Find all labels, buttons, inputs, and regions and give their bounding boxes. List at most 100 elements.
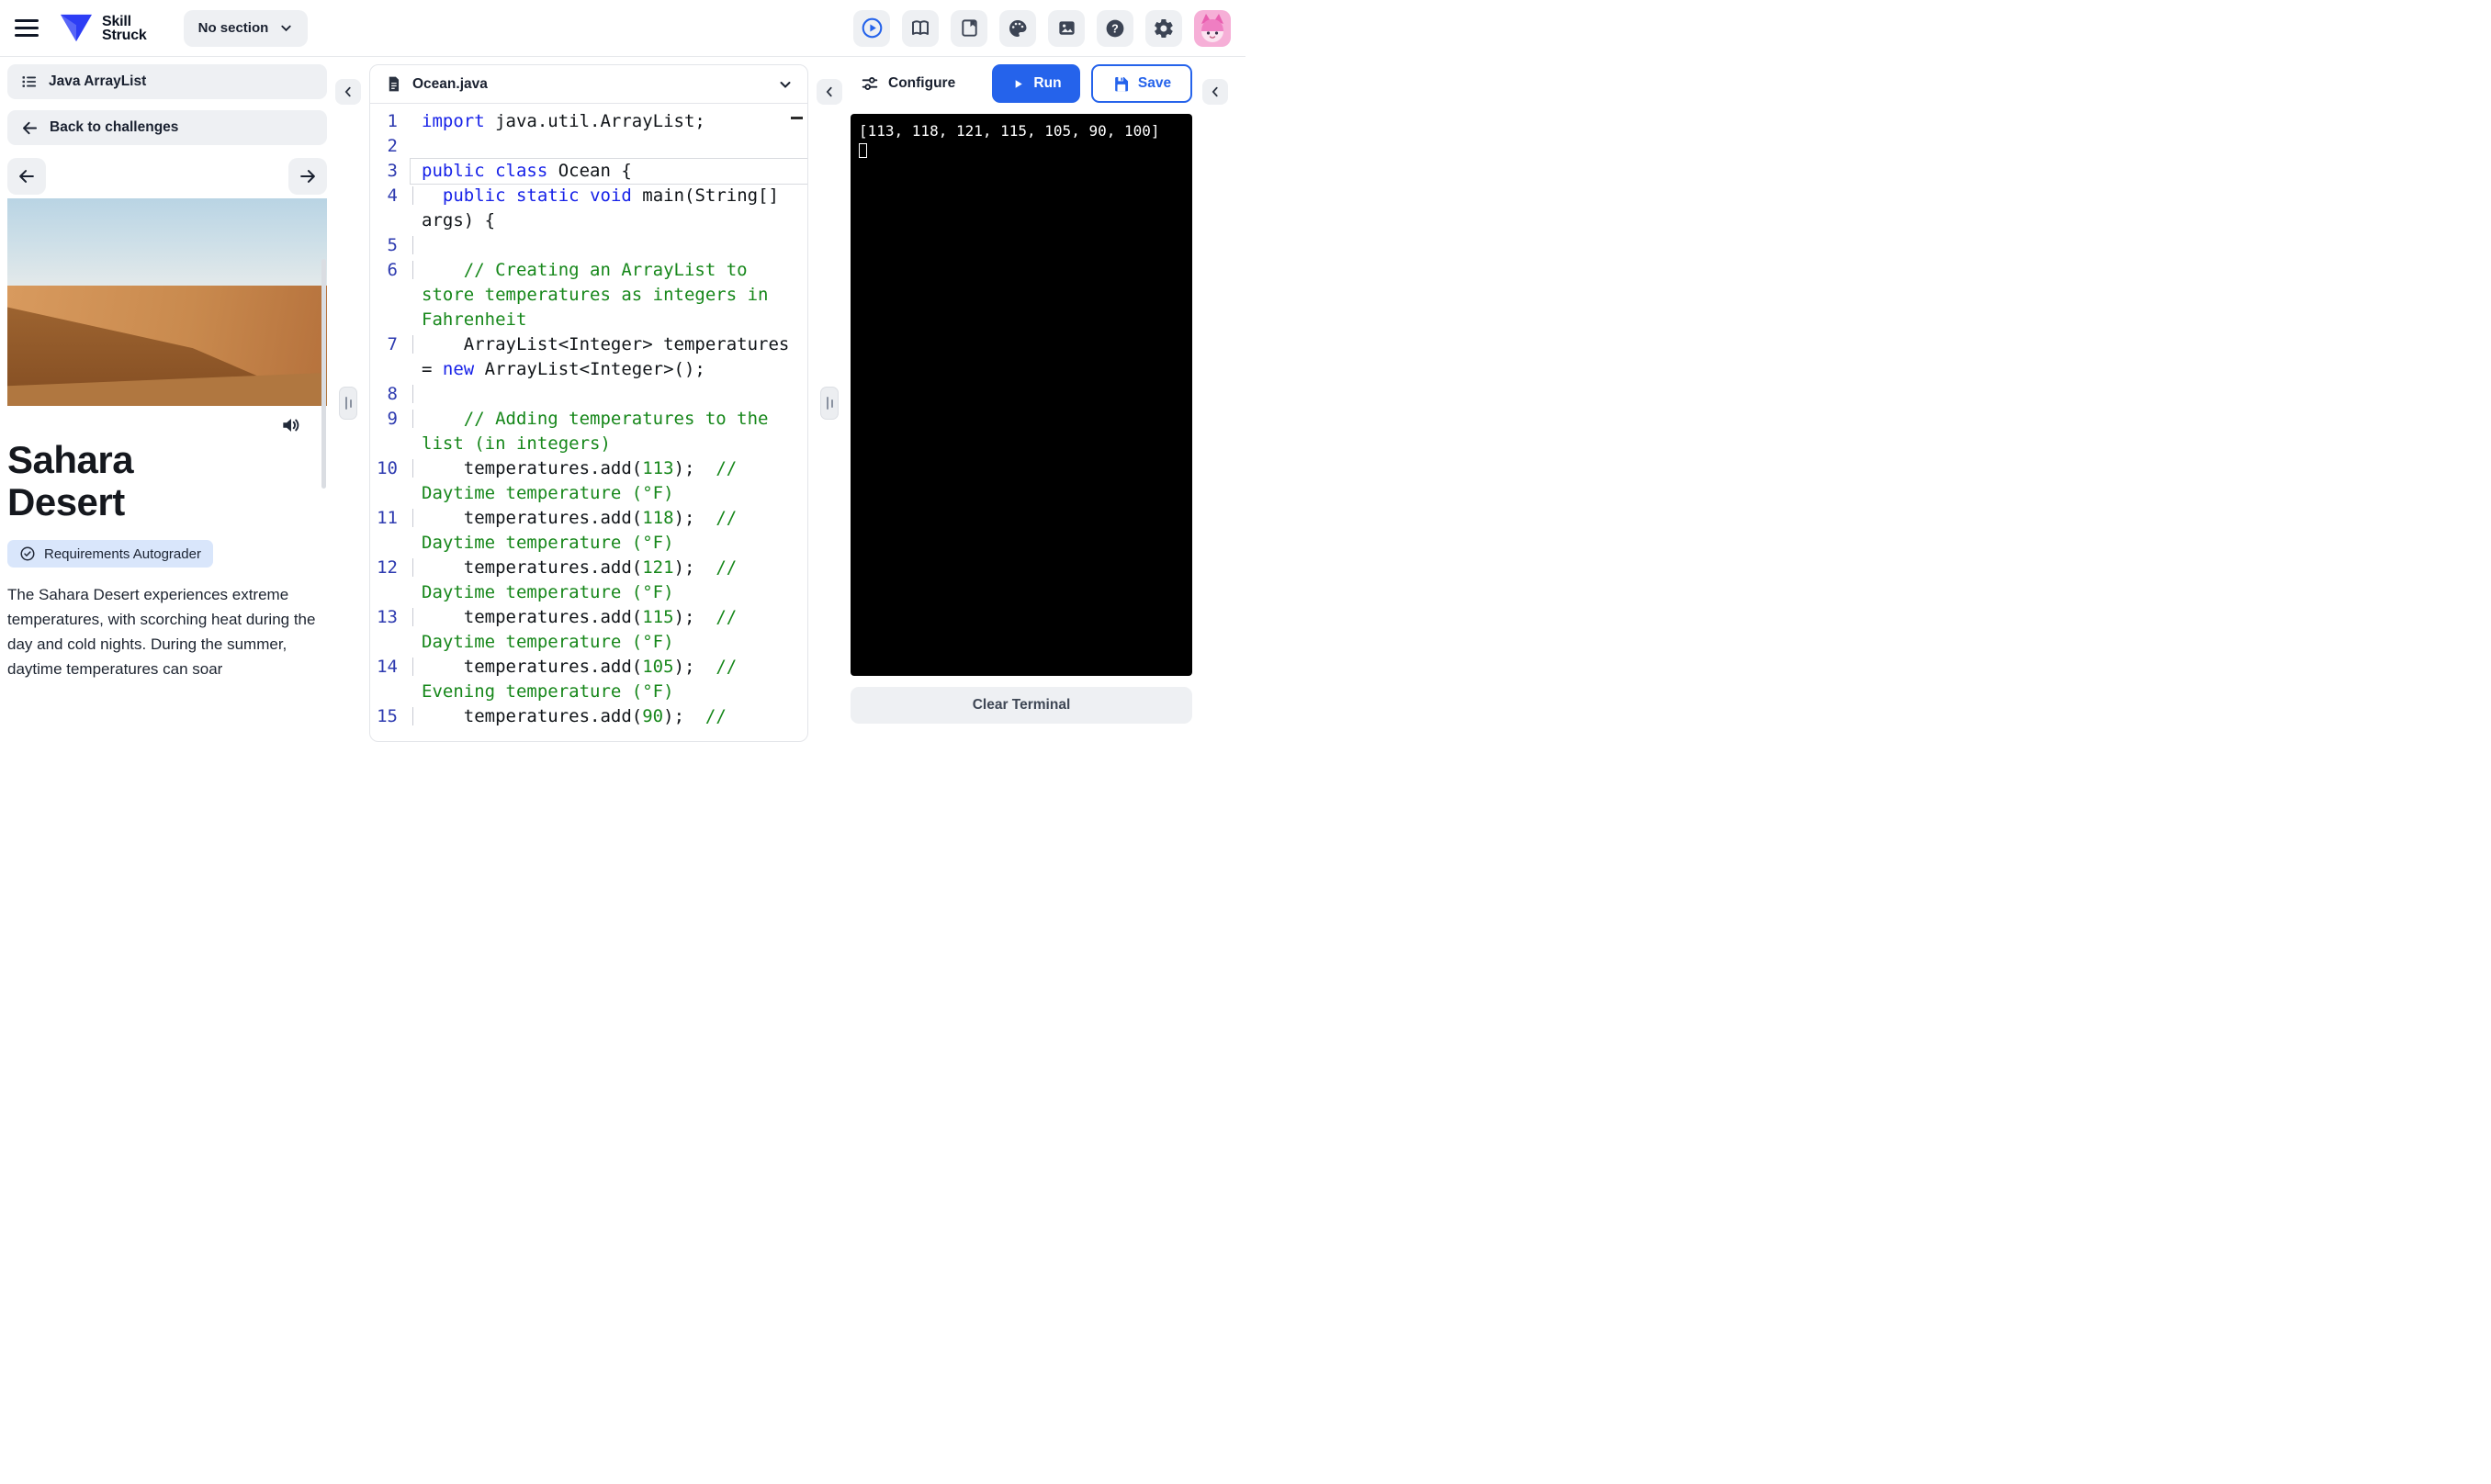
hamburger-menu-icon[interactable] xyxy=(15,19,39,37)
help-icon: ? xyxy=(1106,19,1124,37)
code-line[interactable]: 5 xyxy=(370,233,807,258)
line-number: 7 xyxy=(387,334,398,354)
output-toolbar: Configure Run Save xyxy=(851,64,1192,103)
line-number: 3 xyxy=(387,161,398,181)
clear-terminal-button[interactable]: Clear Terminal xyxy=(851,687,1192,724)
sliders-icon xyxy=(862,77,878,90)
previous-challenge-button[interactable] xyxy=(7,158,46,195)
back-arrow-icon xyxy=(22,121,38,134)
library-book-icon xyxy=(961,19,977,37)
chevron-left-icon xyxy=(344,86,351,97)
code-line[interactable]: 12 temperatures.add(121); // Daytime tem… xyxy=(370,556,807,605)
list-icon xyxy=(22,76,37,87)
run-tour-button[interactable] xyxy=(853,9,890,47)
line-content[interactable] xyxy=(411,233,807,258)
code-line[interactable]: 4 public static void main(String[] args)… xyxy=(370,184,807,233)
file-name: Ocean.java xyxy=(412,75,488,92)
file-dropdown-button[interactable] xyxy=(778,77,793,92)
line-number: 8 xyxy=(387,384,398,404)
line-content[interactable]: // Adding temperatures to the list (in i… xyxy=(411,407,807,456)
line-content[interactable]: public static void main(String[] args) { xyxy=(411,184,807,233)
course-title: Java ArrayList xyxy=(49,73,147,89)
badge-label: Requirements Autograder xyxy=(44,545,201,562)
collapse-editor-button[interactable] xyxy=(817,79,842,105)
left-gutter xyxy=(327,64,369,742)
theme-button[interactable] xyxy=(999,9,1036,47)
header: Skill Struck No section ? xyxy=(0,0,1246,57)
code-line[interactable]: 7 ArrayList<Integer> temperatures = new … xyxy=(370,332,807,382)
run-label: Run xyxy=(1033,75,1062,91)
scroll-cursor-marker xyxy=(791,117,803,119)
line-content[interactable]: // Creating an ArrayList to store temper… xyxy=(411,258,807,332)
section-dropdown[interactable]: No section xyxy=(183,9,309,47)
code-line[interactable]: 6 // Creating an ArrayList to store temp… xyxy=(370,258,807,332)
code-area[interactable]: 1 import java.util.ArrayList; 2 3 public cla… xyxy=(370,104,807,741)
read-aloud-button[interactable] xyxy=(279,413,303,437)
right-gutter xyxy=(1192,64,1238,742)
reader-button[interactable] xyxy=(902,9,939,47)
back-to-challenges-button[interactable]: Back to challenges xyxy=(7,110,327,145)
autograder-badge[interactable]: Requirements Autograder xyxy=(7,540,213,568)
book-open-icon xyxy=(912,19,929,35)
terminal[interactable]: [113, 118, 121, 115, 105, 90, 100] xyxy=(851,114,1192,676)
configure-button[interactable]: Configure xyxy=(851,73,961,94)
collapse-output-button[interactable] xyxy=(1202,79,1228,105)
code-line[interactable]: 8 xyxy=(370,382,807,407)
skillstruck-logo[interactable]: Skill Struck xyxy=(59,13,147,44)
code-line[interactable]: 1 import java.util.ArrayList; xyxy=(370,109,807,134)
editor-gutter xyxy=(808,64,851,742)
next-challenge-button[interactable] xyxy=(288,158,327,195)
line-number: 15 xyxy=(377,706,398,726)
left-panel-scrollbar[interactable] xyxy=(321,259,326,489)
challenge-panel: Java ArrayList Back to challenges Sahara… xyxy=(7,64,327,742)
line-content[interactable]: ArrayList<Integer> temperatures = new Ar… xyxy=(411,332,807,382)
left-drag-handle[interactable] xyxy=(339,387,357,420)
speaker-icon xyxy=(283,418,299,433)
line-content[interactable]: temperatures.add(118); // Daytime temper… xyxy=(411,506,807,556)
challenge-nav xyxy=(7,158,327,195)
images-button[interactable] xyxy=(1048,9,1085,47)
palette-icon xyxy=(1009,19,1027,37)
arrow-right-icon xyxy=(300,170,315,183)
code-line[interactable]: 15 temperatures.add(90); // xyxy=(370,704,807,729)
code-line[interactable]: 14 temperatures.add(105); // Evening tem… xyxy=(370,655,807,704)
help-button[interactable]: ? xyxy=(1097,9,1133,47)
line-content[interactable]: temperatures.add(90); // xyxy=(411,704,807,729)
save-button[interactable]: Save xyxy=(1091,64,1192,103)
avatar[interactable] xyxy=(1194,9,1231,47)
settings-button[interactable] xyxy=(1145,9,1182,47)
chevron-down-icon xyxy=(780,81,791,88)
challenge-title: Sahara Desert xyxy=(7,438,134,523)
line-content[interactable]: temperatures.add(121); // Daytime temper… xyxy=(411,556,807,605)
line-number: 14 xyxy=(377,657,398,677)
line-number: 10 xyxy=(377,458,398,478)
line-content[interactable] xyxy=(411,134,807,159)
terminal-cursor xyxy=(859,143,867,158)
line-content[interactable]: public class Ocean { xyxy=(411,159,807,184)
collapse-left-panel-button[interactable] xyxy=(335,79,361,105)
code-line[interactable]: 10 temperatures.add(113); // Daytime tem… xyxy=(370,456,807,506)
code-line[interactable]: 11 temperatures.add(118); // Daytime tem… xyxy=(370,506,807,556)
run-button[interactable]: Run xyxy=(992,64,1080,103)
line-content[interactable]: temperatures.add(105); // Evening temper… xyxy=(411,655,807,704)
section-dropdown-label: No section xyxy=(197,20,269,36)
header-toolbar: ? xyxy=(853,9,1231,47)
course-header[interactable]: Java ArrayList xyxy=(7,64,327,99)
line-number: 5 xyxy=(387,235,398,255)
code-line[interactable]: 13 temperatures.add(115); // Daytime tem… xyxy=(370,605,807,655)
line-content[interactable] xyxy=(411,382,807,407)
line-content[interactable]: import java.util.ArrayList; xyxy=(411,109,807,134)
challenge-description: The Sahara Desert experiences extreme te… xyxy=(7,586,316,678)
library-button[interactable] xyxy=(951,9,987,47)
file-bar[interactable]: Ocean.java xyxy=(370,65,807,104)
line-content[interactable]: temperatures.add(113); // Daytime temper… xyxy=(411,456,807,506)
arrow-left-icon xyxy=(19,170,34,183)
check-circle-icon xyxy=(20,546,35,561)
code-line[interactable]: 3 public class Ocean { xyxy=(370,159,807,184)
code-line[interactable]: 9 // Adding temperatures to the list (in… xyxy=(370,407,807,456)
line-number: 11 xyxy=(377,508,398,528)
code-line[interactable]: 2 xyxy=(370,134,807,159)
editor-drag-handle[interactable] xyxy=(820,387,839,420)
line-number: 12 xyxy=(377,557,398,578)
line-content[interactable]: temperatures.add(115); // Daytime temper… xyxy=(411,605,807,655)
